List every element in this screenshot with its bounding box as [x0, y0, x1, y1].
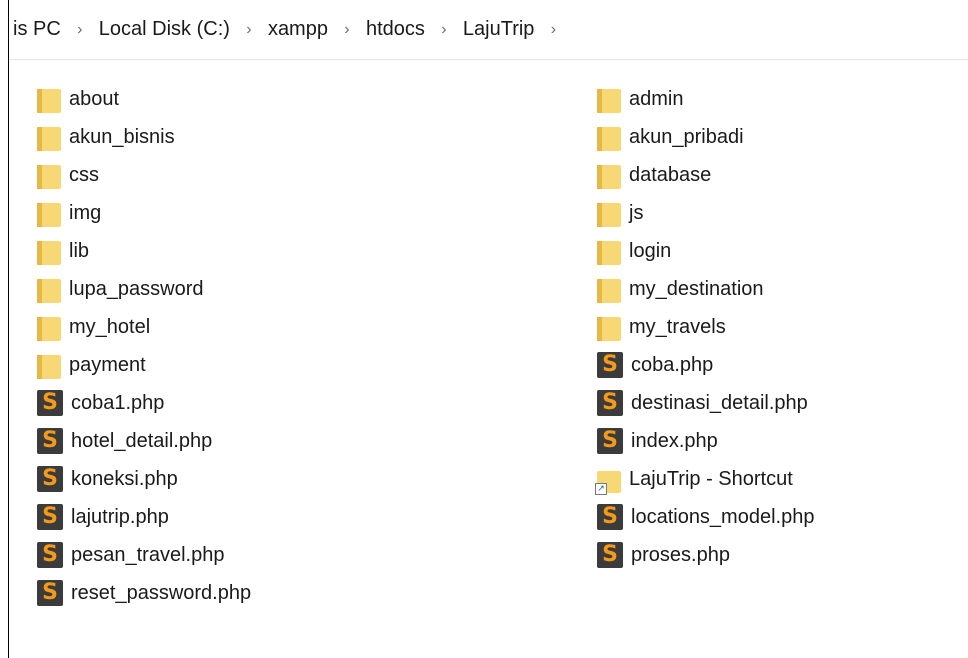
file-name: hotel_detail.php	[71, 429, 213, 452]
file-name: koneksi.php	[71, 467, 178, 490]
file-name: css	[69, 163, 99, 186]
folder-item[interactable]: my_destination	[597, 270, 814, 308]
sublime-file-icon: S	[597, 352, 623, 378]
folder-item[interactable]: payment	[37, 346, 251, 384]
address-bar[interactable]: is PC › Local Disk (C:) › xampp › htdocs…	[9, 0, 968, 60]
php-file-item[interactable]: Scoba1.php	[37, 384, 251, 422]
file-name: database	[629, 163, 712, 186]
php-file-item[interactable]: Sindex.php	[597, 422, 814, 460]
file-name: js	[629, 201, 644, 224]
folder-icon	[597, 85, 621, 113]
file-name: lajutrip.php	[71, 505, 169, 528]
file-name: LajuTrip - Shortcut	[629, 467, 793, 490]
folder-item[interactable]: css	[37, 156, 251, 194]
folder-icon	[597, 161, 621, 189]
file-name: my_destination	[629, 277, 764, 300]
folder-icon	[597, 199, 621, 227]
file-column-right: admin akun_pribadi database js login my_desti…	[595, 80, 814, 574]
file-name: my_hotel	[69, 315, 151, 338]
file-name: login	[629, 239, 672, 262]
sublime-file-icon: S	[37, 504, 63, 530]
folder-item[interactable]: js	[597, 194, 814, 232]
php-file-item[interactable]: Sproses.php	[597, 536, 814, 574]
php-file-item[interactable]: Slocations_model.php	[597, 498, 814, 536]
file-name: payment	[69, 353, 146, 376]
file-name: pesan_travel.php	[71, 543, 225, 566]
php-file-item[interactable]: Sdestinasi_detail.php	[597, 384, 814, 422]
file-name: my_travels	[629, 315, 726, 338]
shortcut-item[interactable]: ↗ LajuTrip - Shortcut	[595, 460, 814, 498]
folder-item[interactable]: my_hotel	[37, 308, 251, 346]
php-file-item[interactable]: Spesan_travel.php	[37, 536, 251, 574]
sublime-file-icon: S	[37, 428, 63, 454]
folder-icon	[37, 237, 61, 265]
folder-item[interactable]: my_travels	[597, 308, 814, 346]
breadcrumb-this-pc[interactable]: is PC	[13, 18, 61, 41]
file-name: coba1.php	[71, 391, 165, 414]
file-column-left: about akun_bisniscss img lib lupa_passwordmy…	[37, 80, 251, 612]
folder-icon	[37, 199, 61, 227]
folder-item[interactable]: akun_bisnis	[37, 118, 251, 156]
breadcrumb-xampp[interactable]: xampp	[268, 18, 328, 41]
php-file-item[interactable]: Skoneksi.php	[37, 460, 251, 498]
shortcut-icon: ↗	[595, 465, 621, 495]
chevron-right-icon[interactable]: ›	[69, 21, 91, 39]
folder-icon	[597, 237, 621, 265]
folder-icon	[37, 275, 61, 303]
breadcrumb-local-disk[interactable]: Local Disk (C:)	[99, 18, 230, 41]
sublime-file-icon: S	[597, 428, 623, 454]
sublime-file-icon: S	[37, 390, 63, 416]
file-name: akun_pribadi	[629, 125, 744, 148]
file-name: coba.php	[631, 353, 714, 376]
php-file-item[interactable]: Slajutrip.php	[37, 498, 251, 536]
file-name: proses.php	[631, 543, 730, 566]
folder-icon	[37, 161, 61, 189]
sublime-file-icon: S	[37, 580, 63, 606]
folder-item[interactable]: admin	[597, 80, 814, 118]
chevron-right-icon[interactable]: ›	[336, 21, 358, 39]
breadcrumb-htdocs[interactable]: htdocs	[366, 18, 425, 41]
explorer-window: is PC › Local Disk (C:) › xampp › htdocs…	[8, 0, 968, 658]
folder-icon	[37, 123, 61, 151]
file-name: lib	[69, 239, 90, 262]
folder-item[interactable]: about	[37, 80, 251, 118]
file-name: akun_bisnis	[69, 125, 175, 148]
sublime-file-icon: S	[597, 542, 623, 568]
file-name: img	[69, 201, 102, 224]
folder-icon	[37, 351, 61, 379]
folder-item[interactable]: img	[37, 194, 251, 232]
file-name: destinasi_detail.php	[631, 391, 808, 414]
file-list: about akun_bisnis css img lib lupa_password my…	[9, 80, 968, 640]
folder-icon	[37, 85, 61, 113]
sublime-file-icon: S	[597, 504, 623, 530]
breadcrumb-lajutrip[interactable]: LajuTrip	[463, 18, 535, 41]
chevron-right-icon[interactable]: ›	[238, 21, 260, 39]
sublime-file-icon: S	[37, 466, 63, 492]
folder-item[interactable]: lupa_password	[37, 270, 251, 308]
sublime-file-icon: S	[597, 390, 623, 416]
folder-item[interactable]: akun_pribadi	[597, 118, 814, 156]
sublime-file-icon: S	[37, 542, 63, 568]
file-name: about	[69, 87, 120, 110]
php-file-item[interactable]: Sreset_password.php	[37, 574, 251, 612]
chevron-right-icon[interactable]: ›	[433, 21, 455, 39]
file-name: reset_password.php	[71, 581, 252, 604]
file-name: admin	[629, 87, 684, 110]
chevron-right-icon[interactable]: ›	[542, 21, 564, 39]
folder-item[interactable]: database	[597, 156, 814, 194]
file-name: locations_model.php	[631, 505, 815, 528]
php-file-item[interactable]: Shotel_detail.php	[37, 422, 251, 460]
folder-item[interactable]: lib	[37, 232, 251, 270]
file-name: lupa_password	[69, 277, 204, 300]
folder-item[interactable]: login	[597, 232, 814, 270]
file-name: index.php	[631, 429, 718, 452]
folder-icon	[597, 123, 621, 151]
folder-icon	[597, 275, 621, 303]
php-file-item[interactable]: Scoba.php	[597, 346, 814, 384]
folder-icon	[37, 313, 61, 341]
folder-icon	[597, 313, 621, 341]
